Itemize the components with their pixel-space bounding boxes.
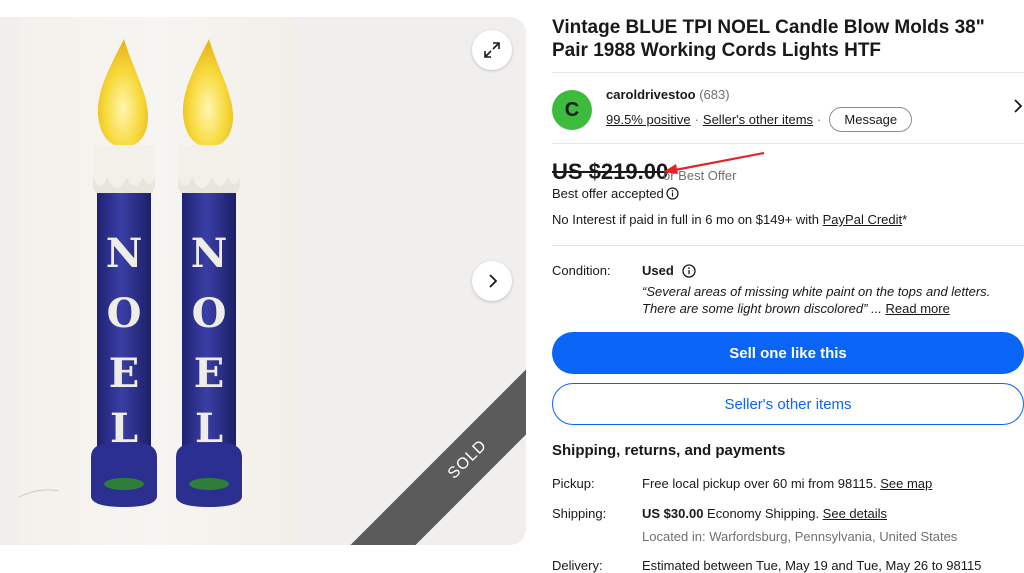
condition-value-text: Used [642,263,674,278]
separator-dot: · [694,112,699,127]
noel-letter-right-4: L [195,405,223,452]
shipping-label: Shipping: [552,506,607,521]
see-details-link[interactable]: See details [823,506,887,521]
avatar[interactable]: C [552,90,592,130]
seller-name-row: caroldrivestoo (683) [606,87,730,102]
noel-letter-left-2: O [107,290,142,337]
paypal-credit-link[interactable]: PayPal Credit [823,212,902,227]
expand-button[interactable] [472,30,512,70]
product-photo[interactable]: N O E L N O E L [19,17,295,545]
chevron-right-icon [489,274,498,288]
shipping-method: Economy Shipping. [703,506,823,521]
noel-letter-right-3: E [194,350,225,397]
see-map-link[interactable]: See map [880,476,932,491]
seller-links: 99.5% positive · Seller's other items · … [606,107,913,132]
item-price: US $219.00 [552,159,669,184]
sold-ribbon: SOLD [345,337,526,545]
noel-letter-left-4: L [110,405,138,452]
credit-text: No Interest if paid in full in 6 mo on $… [552,212,823,227]
seller-other-items-link[interactable]: Seller's other items [703,112,813,127]
pickup-value: Free local pickup over 60 mi from 98115.… [642,476,932,491]
condition-ellipsis: ... [871,301,882,316]
pickup-text: Free local pickup over 60 mi from 98115. [642,476,881,491]
noel-letter-left-3: E [109,350,140,397]
separator-dot: · [817,112,822,127]
shipping-value: US $30.00 Economy Shipping. See details [642,506,887,521]
read-more-link[interactable]: Read more [886,301,950,316]
sell-one-like-this-button[interactable]: Sell one like this [552,332,1024,374]
expand-icon [484,42,500,58]
divider [552,245,1024,246]
seller-other-items-button[interactable]: Seller's other items [552,383,1024,425]
chevron-right-icon[interactable] [1012,99,1024,113]
seller-name[interactable]: caroldrivestoo [606,87,696,102]
shipping-price: US $30.00 [642,506,704,521]
shipping-heading: Shipping, returns, and payments [552,442,786,459]
item-location: Located in: Warfordsburg, Pennsylvania, … [642,529,958,544]
noel-candles-illustration: N O E L N O E L [19,39,242,507]
next-image-button[interactable] [472,261,512,301]
noel-letter-left-1: N [106,230,143,277]
best-offer-accepted-text: Best offer accepted [552,186,664,201]
image-gallery[interactable]: N O E L N O E L SOLD [0,17,526,545]
listing-details: Vintage BLUE TPI NOEL Candle Blow Molds … [552,0,1024,573]
info-icon[interactable] [682,263,696,278]
listing-title: Vintage BLUE TPI NOEL Candle Blow Molds … [552,17,985,61]
condition-description: “Several areas of missing white paint on… [642,283,1024,317]
info-icon[interactable] [666,187,679,200]
best-offer-note: or Best Offer [663,168,737,183]
noel-letter-right-1: N [191,230,228,277]
message-button[interactable]: Message [829,107,913,132]
condition-label: Condition: [552,263,611,278]
seller-card: C caroldrivestoo (683) 99.5% positive · … [552,72,1024,144]
paypal-credit-note: No Interest if paid in full in 6 mo on $… [552,212,907,227]
pickup-label: Pickup: [552,476,595,491]
seller-feedback-count: (683) [699,87,730,102]
best-offer-accepted: Best offer accepted [552,186,679,201]
seller-positive-link[interactable]: 99.5% positive [606,112,691,127]
credit-asterisk: * [902,212,908,227]
noel-letter-right-2: O [192,290,227,337]
condition-value: Used [642,263,696,278]
